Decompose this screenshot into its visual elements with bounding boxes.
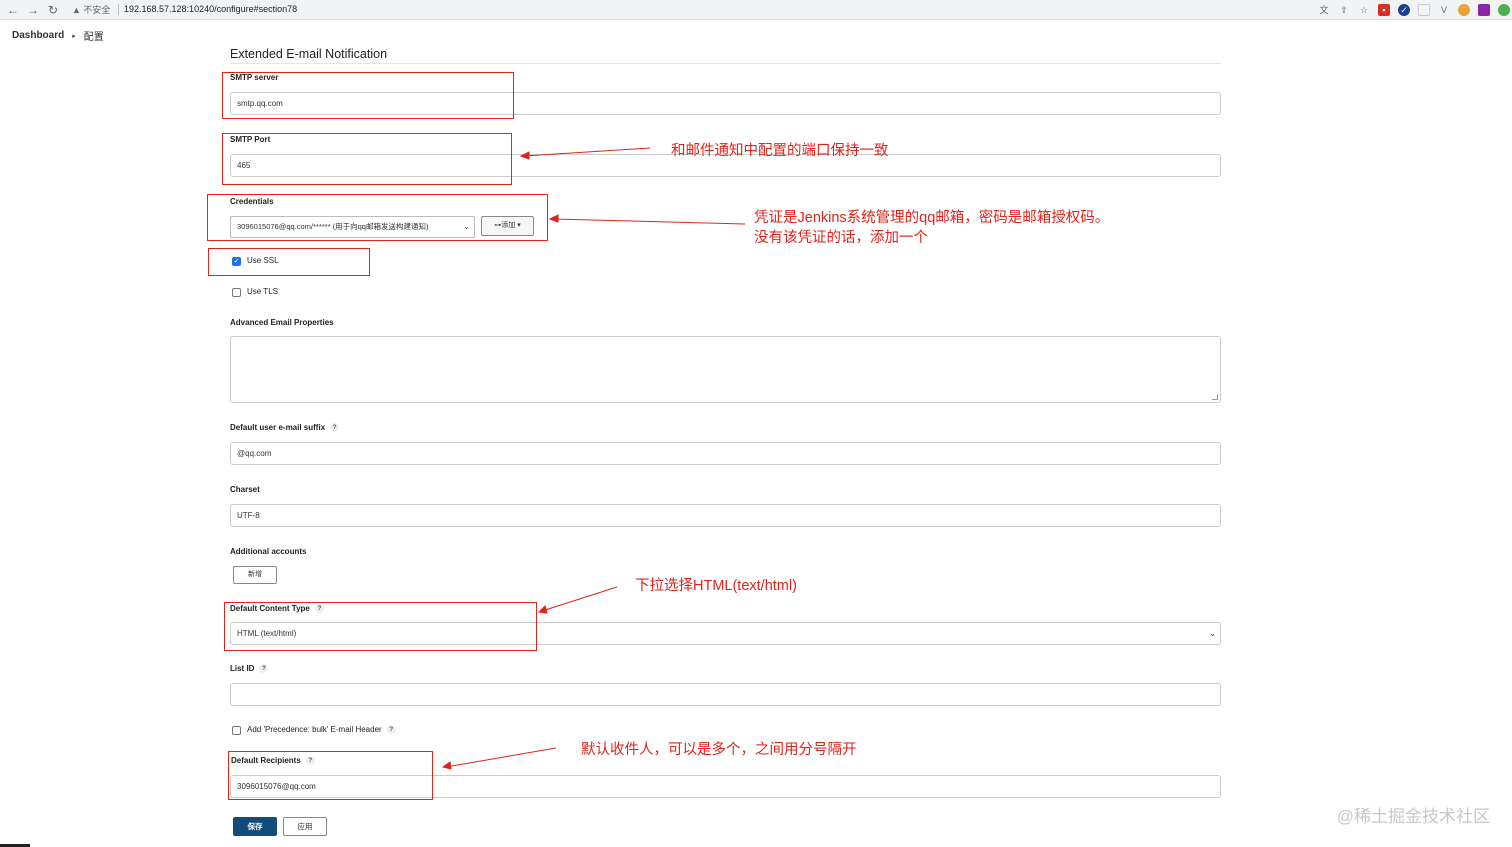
credentials-annotation-line2: 没有该凭证的话，添加一个	[754, 230, 928, 246]
extension-orange-icon[interactable]	[1458, 4, 1470, 16]
breadcrumb: Dashboard ▸ 配置	[12, 28, 104, 43]
list-id-label-row: List ID?	[230, 664, 269, 673]
content-type-highlight	[224, 602, 537, 651]
forward-icon[interactable]: →	[26, 2, 40, 18]
extension-v-icon[interactable]: V	[1438, 4, 1450, 16]
default-suffix-label: Default user e-mail suffix	[230, 423, 326, 432]
share-icon[interactable]: ⇪	[1338, 4, 1350, 16]
charset-input[interactable]: UTF-8	[230, 504, 1221, 527]
default-suffix-input[interactable]: @qq.com	[230, 442, 1221, 465]
content-type-arrowhead	[537, 605, 548, 614]
help-icon[interactable]: ?	[330, 423, 340, 432]
breadcrumb-dashboard[interactable]: Dashboard	[12, 30, 64, 41]
save-button[interactable]: 保存	[233, 817, 277, 836]
recipients-highlight	[228, 751, 433, 800]
security-warning[interactable]: ▲ 不安全	[72, 3, 110, 16]
recipients-arrow	[445, 747, 557, 768]
default-suffix-label-row: Default user e-mail suffix?	[230, 423, 340, 432]
additional-accounts-label: Additional accounts	[230, 547, 307, 556]
credentials-annotation-line1: 凭证是Jenkins系统管理的qq邮箱，密码是邮箱授权码。	[754, 210, 1110, 226]
browser-address-bar: ← → ↻ ▲ 不安全 192.168.57.128:10240/configu…	[0, 0, 1512, 20]
security-label: 不安全	[83, 5, 111, 15]
help-icon[interactable]: ?	[386, 725, 396, 734]
credentials-highlight	[207, 194, 548, 241]
address-separator	[118, 4, 119, 15]
recipients-annotation: 默认收件人，可以是多个，之间用分号隔开	[581, 742, 857, 758]
credentials-arrow	[552, 218, 746, 225]
apply-button[interactable]: 应用	[283, 817, 327, 836]
charset-label: Charset	[230, 485, 260, 494]
content-type-annotation: 下拉选择HTML(text/html)	[635, 578, 797, 594]
use-tls-checkbox[interactable]	[232, 288, 241, 297]
url-field[interactable]: 192.168.57.128:10240/configure#section78	[124, 4, 297, 14]
advanced-props-label: Advanced Email Properties	[230, 318, 334, 327]
extension-red-icon[interactable]: ▪	[1378, 4, 1390, 16]
breadcrumb-arrow-icon[interactable]: ▸	[72, 32, 76, 40]
watermark: @稀土掘金技术社区	[1336, 807, 1490, 826]
recipients-arrowhead	[441, 761, 452, 770]
add-account-button[interactable]: 新增	[233, 566, 277, 584]
annotation-arrows	[441, 147, 746, 770]
use-ssl-highlight	[208, 248, 370, 276]
smtp-port-highlight	[222, 133, 512, 185]
port-annotation: 和邮件通知中配置的端口保持一致	[671, 143, 889, 159]
section-divider	[230, 63, 1221, 64]
use-tls-label[interactable]: Use TLS	[247, 287, 278, 296]
help-icon[interactable]: ?	[259, 664, 269, 673]
extension-green-icon[interactable]	[1498, 4, 1510, 16]
reload-icon[interactable]: ↻	[46, 2, 60, 18]
translate-icon[interactable]: 文	[1318, 4, 1330, 16]
precedence-label-row: Add 'Precedence: bulk' E-mail Header?	[247, 725, 396, 734]
advanced-props-textarea[interactable]	[230, 336, 1221, 403]
content-type-arrow	[541, 586, 618, 612]
extension-blank-icon[interactable]	[1418, 4, 1430, 16]
section-title: Extended E-mail Notification	[230, 47, 388, 61]
list-id-input[interactable]	[230, 683, 1221, 706]
resize-grip-icon[interactable]	[1212, 394, 1218, 400]
list-id-label: List ID	[230, 664, 255, 673]
extension-blue-icon[interactable]: ✓	[1398, 4, 1410, 16]
breadcrumb-current[interactable]: 配置	[84, 28, 104, 43]
chevron-down-icon: ⌄	[1209, 629, 1216, 638]
bookmark-star-icon[interactable]: ☆	[1358, 4, 1370, 16]
smtp-server-highlight	[222, 72, 514, 119]
extension-purple-icon[interactable]	[1478, 4, 1490, 16]
back-icon[interactable]: ←	[6, 2, 20, 18]
precedence-checkbox[interactable]	[232, 726, 241, 735]
precedence-label[interactable]: Add 'Precedence: bulk' E-mail Header	[247, 725, 382, 734]
extension-toolbar: 文 ⇪ ☆ ▪ ✓ V	[1318, 3, 1512, 17]
credentials-arrowhead	[548, 214, 559, 223]
